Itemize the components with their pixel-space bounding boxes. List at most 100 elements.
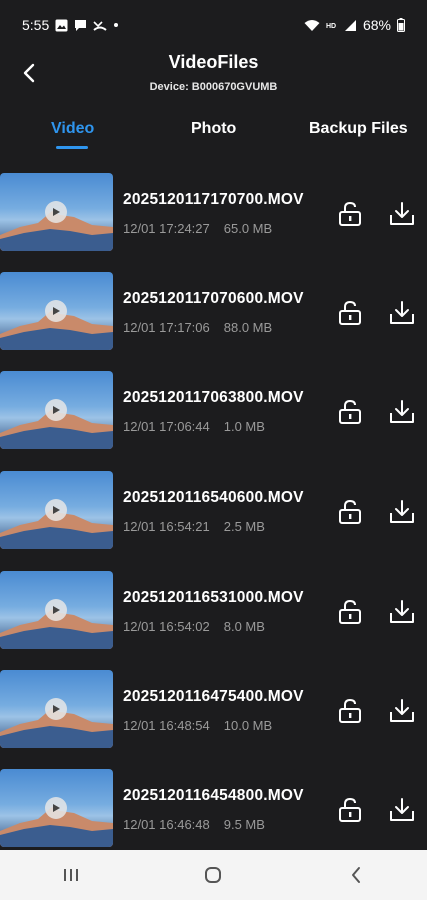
signal-icon	[344, 19, 357, 32]
play-icon[interactable]	[45, 499, 67, 521]
wifi-icon	[304, 19, 320, 32]
file-row[interactable]: 2025120117170700.MOV 12/01 17:24:27 65.0 …	[0, 170, 427, 252]
page-title: VideoFiles	[168, 52, 259, 72]
unlock-icon	[339, 499, 361, 524]
svg-text:HD: HD	[326, 23, 336, 30]
unlock-icon	[339, 698, 361, 723]
device-id: Device: B000670GVUMB	[149, 81, 278, 93]
unlock-icon	[339, 300, 361, 325]
video-thumbnail[interactable]	[0, 371, 113, 449]
file-size: 2.5 MB	[223, 519, 265, 534]
download-button[interactable]	[388, 697, 416, 725]
file-time: 12/01 16:54:21	[123, 519, 210, 534]
video-thumbnail[interactable]	[0, 173, 113, 251]
download-icon	[390, 798, 414, 821]
home-icon	[205, 867, 222, 883]
download-icon	[390, 400, 414, 423]
file-meta: 12/01 17:06:44 1.0 MB	[123, 419, 265, 434]
file-row[interactable]: 2025120116531000.MOV 12/01 16:54:02 8.0 M…	[0, 568, 427, 650]
play-icon[interactable]	[45, 201, 67, 223]
unlock-icon	[339, 201, 361, 226]
unlock-icon	[339, 399, 361, 424]
download-button[interactable]	[388, 598, 416, 626]
chat-icon	[74, 19, 87, 32]
tab-video[interactable]: Video	[51, 120, 94, 138]
file-name: 2025120116475400.MOV	[123, 688, 304, 705]
unlock-button[interactable]	[336, 598, 364, 626]
file-meta: 12/01 17:17:06 88.0 MB	[123, 320, 272, 335]
status-bar: 5:55 HD 68%	[0, 0, 427, 50]
file-time: 12/01 16:46:48	[123, 817, 210, 832]
file-row[interactable]: 2025120116475400.MOV 12/01 16:48:54 10.0 …	[0, 667, 427, 749]
download-button[interactable]	[388, 398, 416, 426]
file-name: 2025120116531000.MOV	[123, 589, 304, 606]
play-icon[interactable]	[45, 399, 67, 421]
play-icon[interactable]	[45, 698, 67, 720]
recents-button[interactable]	[51, 860, 91, 890]
file-row[interactable]: 2025120116540600.MOV 12/01 16:54:21 2.5 M…	[0, 468, 427, 550]
download-button[interactable]	[388, 299, 416, 327]
file-time: 12/01 17:24:27	[123, 221, 210, 236]
download-button[interactable]	[388, 200, 416, 228]
file-row[interactable]: 2025120116454800.MOV 12/01 16:46:48 9.5 M…	[0, 766, 427, 848]
header: VideoFiles Device: B000670GVUMB	[0, 50, 427, 102]
download-button[interactable]	[388, 796, 416, 824]
file-name: 2025120116540600.MOV	[123, 489, 304, 506]
unlock-button[interactable]	[336, 398, 364, 426]
file-time: 12/01 16:48:54	[123, 718, 210, 733]
video-thumbnail[interactable]	[0, 571, 113, 649]
file-row[interactable]: 2025120117070600.MOV 12/01 17:17:06 88.0 …	[0, 269, 427, 351]
file-size: 9.5 MB	[223, 817, 265, 832]
file-time: 12/01 17:06:44	[123, 419, 210, 434]
file-size: 65.0 MB	[223, 221, 273, 236]
tab-photo[interactable]: Photo	[191, 120, 236, 138]
play-icon[interactable]	[45, 300, 67, 322]
unlock-button[interactable]	[336, 498, 364, 526]
file-size: 8.0 MB	[223, 619, 265, 634]
unlock-button[interactable]	[336, 200, 364, 228]
home-button[interactable]	[193, 860, 233, 890]
system-nav-bar	[0, 850, 427, 900]
status-time: 5:55	[22, 17, 50, 33]
file-meta: 12/01 17:24:27 65.0 MB	[123, 221, 272, 236]
image-icon	[55, 19, 68, 32]
missed-call-icon	[93, 19, 107, 32]
video-thumbnail[interactable]	[0, 769, 113, 847]
status-right: HD 68%	[304, 17, 405, 33]
download-button[interactable]	[388, 498, 416, 526]
video-thumbnail[interactable]	[0, 272, 113, 350]
play-icon[interactable]	[45, 797, 67, 819]
file-row[interactable]: 2025120117063800.MOV 12/01 17:06:44 1.0 M…	[0, 368, 427, 450]
unlock-button[interactable]	[336, 299, 364, 327]
dot-icon	[113, 22, 119, 28]
back-icon	[351, 867, 360, 883]
file-name: 2025120117063800.MOV	[123, 389, 304, 406]
tab-active-indicator	[56, 146, 88, 149]
recents-icon	[64, 869, 79, 881]
file-size: 10.0 MB	[223, 718, 273, 733]
file-meta: 12/01 16:54:21 2.5 MB	[123, 519, 265, 534]
file-name: 2025120116454800.MOV	[123, 787, 304, 804]
unlock-icon	[339, 599, 361, 624]
unlock-button[interactable]	[336, 697, 364, 725]
battery-icon	[397, 18, 405, 32]
download-icon	[390, 699, 414, 722]
nav-back-button[interactable]	[336, 860, 376, 890]
tab-bar: Video Photo Backup Files	[0, 112, 427, 156]
unlock-button[interactable]	[336, 796, 364, 824]
play-icon[interactable]	[45, 599, 67, 621]
download-icon	[390, 500, 414, 523]
download-icon	[390, 301, 414, 324]
download-icon	[390, 600, 414, 623]
file-meta: 12/01 16:46:48 9.5 MB	[123, 817, 265, 832]
download-icon	[390, 202, 414, 225]
unlock-icon	[339, 797, 361, 822]
file-meta: 12/01 16:54:02 8.0 MB	[123, 619, 265, 634]
file-time: 12/01 17:17:06	[123, 320, 210, 335]
file-meta: 12/01 16:48:54 10.0 MB	[123, 718, 272, 733]
video-thumbnail[interactable]	[0, 670, 113, 748]
video-thumbnail[interactable]	[0, 471, 113, 549]
file-time: 12/01 16:54:02	[123, 619, 210, 634]
tab-backup-files[interactable]: Backup Files	[309, 120, 408, 138]
file-size: 1.0 MB	[223, 419, 265, 434]
